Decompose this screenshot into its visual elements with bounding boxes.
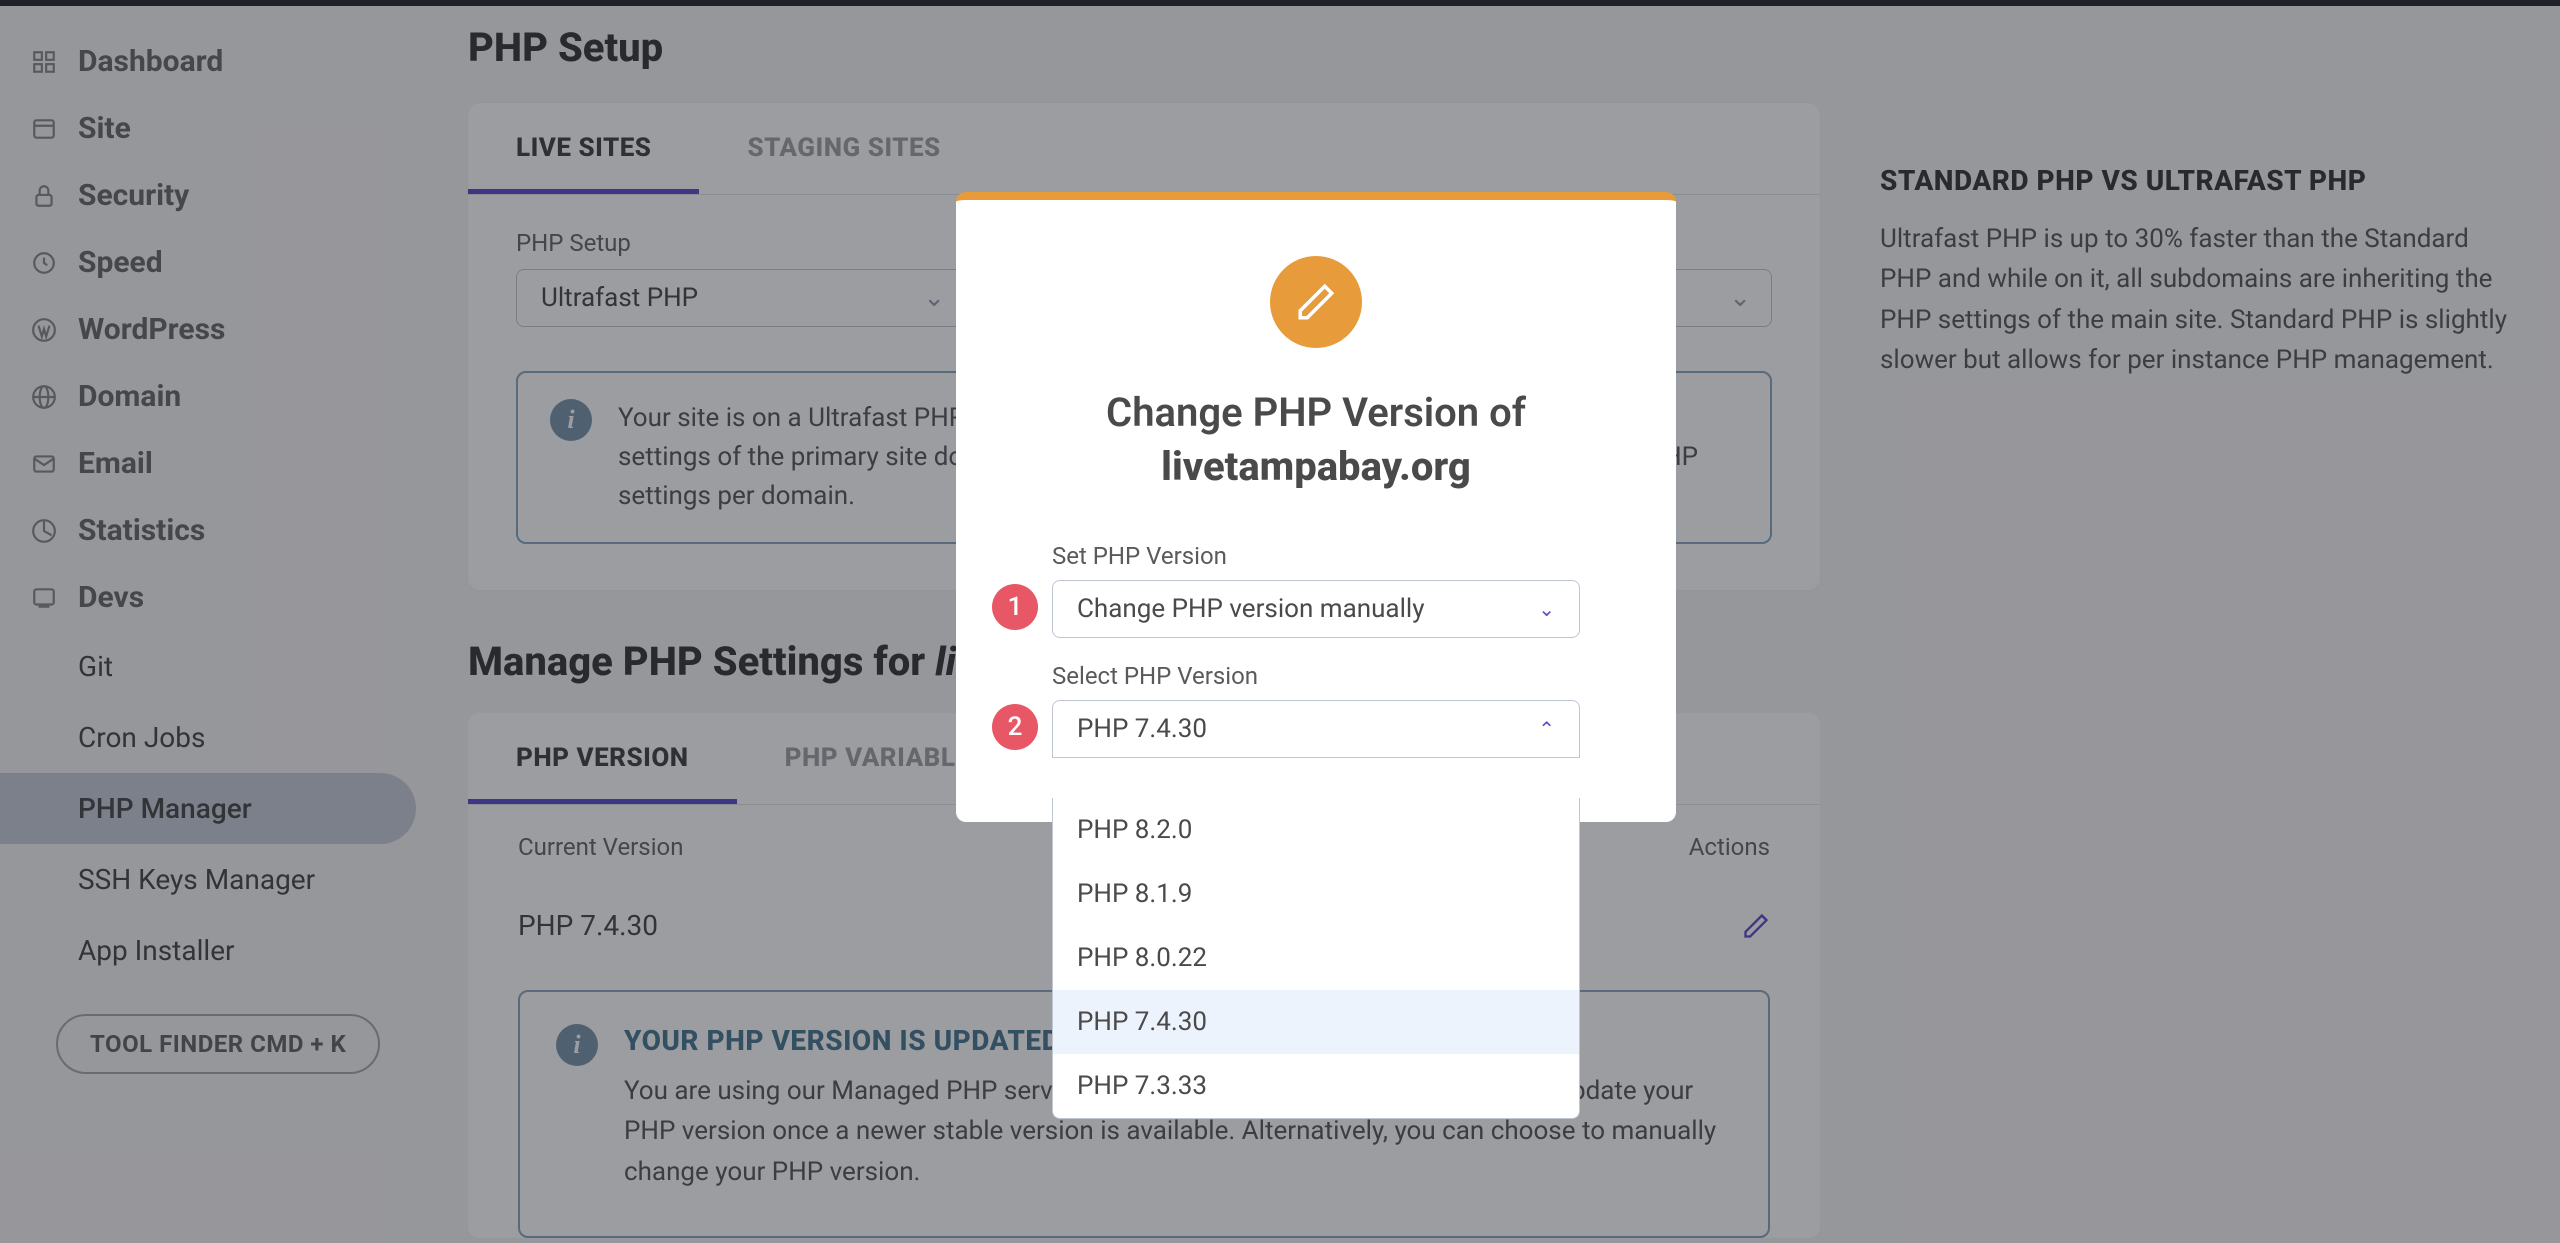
set-php-version-select[interactable]: Change PHP version manually ⌄ — [1052, 580, 1580, 638]
set-php-version-label: Set PHP Version — [1052, 542, 1580, 570]
dropdown-item[interactable]: PHP 8.1.9 — [1053, 862, 1579, 926]
chevron-down-icon: ⌄ — [1538, 597, 1555, 621]
select-php-version-select[interactable]: PHP 7.4.30 ⌃ — [1052, 700, 1580, 758]
step-badge-1: 1 — [992, 584, 1038, 630]
chevron-up-icon: ⌃ — [1538, 717, 1555, 741]
modal-field-1: 1 Set PHP Version Change PHP version man… — [956, 542, 1676, 662]
dropdown-item[interactable]: PHP 8.2.0 — [1053, 798, 1579, 862]
dropdown-item[interactable]: PHP 7.4.30 — [1053, 990, 1579, 1054]
php-version-dropdown: PHP 8.2.0 PHP 8.1.9 PHP 8.0.22 PHP 7.4.3… — [1052, 798, 1580, 1119]
dropdown-item[interactable]: PHP 8.0.22 — [1053, 926, 1579, 990]
change-php-modal: Change PHP Version of livetampabay.org 1… — [956, 192, 1676, 822]
set-php-version-value: Change PHP version manually — [1077, 594, 1425, 624]
pencil-icon — [1270, 256, 1362, 348]
dropdown-item[interactable]: PHP 7.3.33 — [1053, 1054, 1579, 1118]
step-badge-2: 2 — [992, 704, 1038, 750]
select-php-version-label: Select PHP Version — [1052, 662, 1580, 690]
modal-field-2: 2 Select PHP Version PHP 7.4.30 ⌃ PHP 8.… — [956, 662, 1676, 822]
select-php-version-value: PHP 7.4.30 — [1077, 714, 1207, 744]
modal-title-domain: livetampabay.org — [1161, 443, 1471, 490]
modal-title-prefix: Change PHP Version of — [1106, 389, 1526, 436]
modal-title: Change PHP Version of livetampabay.org — [956, 386, 1676, 542]
